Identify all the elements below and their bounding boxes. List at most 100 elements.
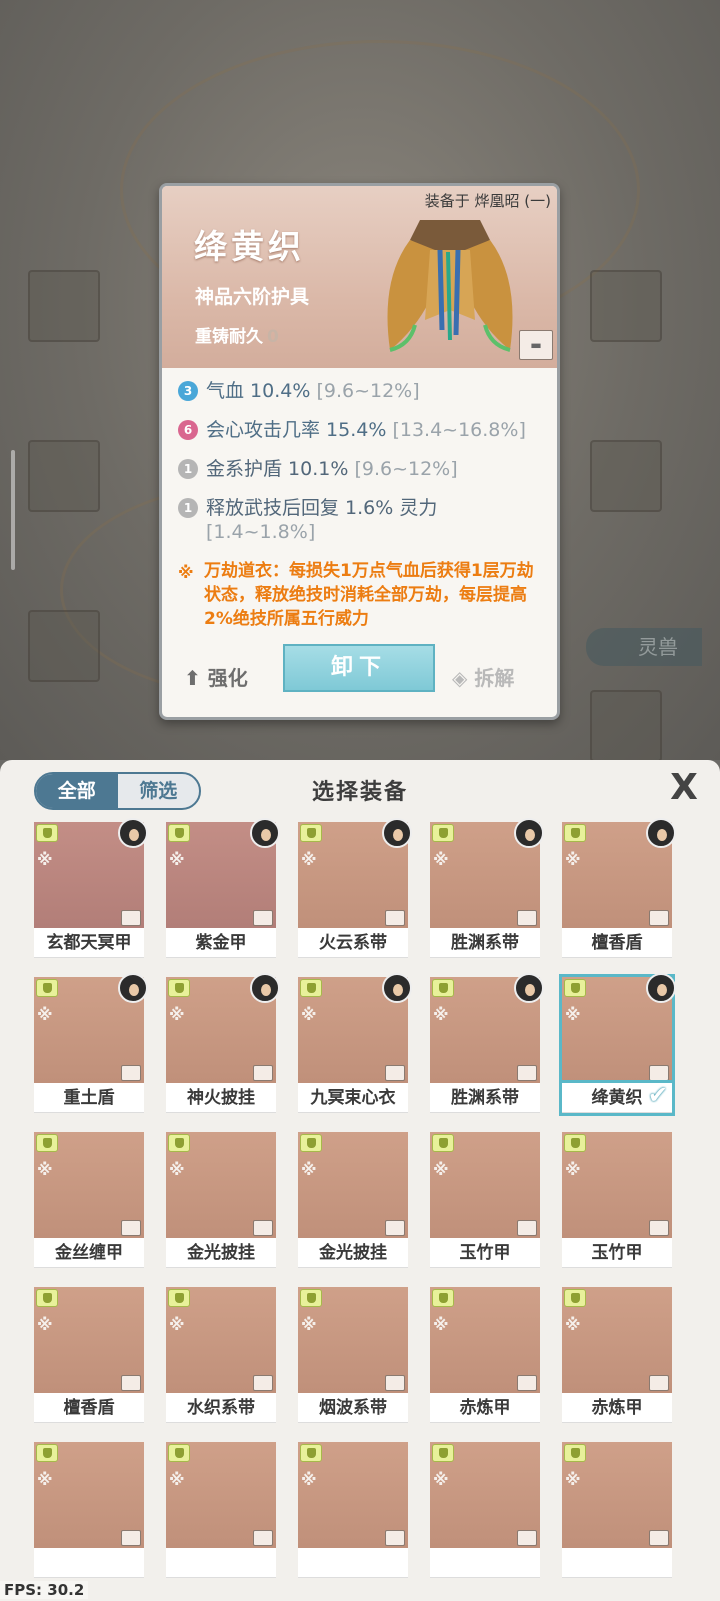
slot-badge-icon	[121, 1375, 141, 1391]
equipment-tile[interactable]: ※	[430, 1442, 540, 1578]
equipment-name: 胜渊系带	[430, 928, 540, 958]
slot-badge-icon	[649, 1220, 669, 1236]
equipment-name: 紫金甲	[166, 928, 276, 958]
equipment-type-icon	[300, 824, 322, 842]
durability-value: 0	[267, 327, 279, 347]
equipment-type-icon	[432, 1289, 454, 1307]
equipment-type-icon	[36, 1134, 58, 1152]
equipment-tile[interactable]: ※ 檀香盾	[34, 1287, 144, 1423]
panel-header: 全部 筛选 选择装备 X	[0, 760, 720, 822]
equipment-name: 火云系带	[298, 928, 408, 958]
equipment-tile[interactable]: ※ 金光披挂	[298, 1132, 408, 1268]
slot-badge-icon	[517, 910, 537, 926]
equipped-on-label: 装备于 烨凰昭 (一)	[424, 192, 551, 210]
equipment-tile[interactable]: ※ 神火披挂	[166, 973, 280, 1113]
equipment-select-panel: 全部 筛选 选择装备 X ※ 玄都天冥甲 ※ 紫金甲 ※ 火云系带 ※ 胜渊系带 ※ 檀香盾 ※ 重土…	[0, 760, 720, 1601]
slot-badge-icon	[253, 1375, 273, 1391]
equipment-type-icon	[36, 1444, 58, 1462]
dismantle-icon: ◈	[452, 666, 468, 690]
slot-badge-icon	[121, 1220, 141, 1236]
slot-badge-icon	[649, 1065, 669, 1081]
rune-icon: ※	[301, 1315, 317, 1334]
attribute-value: 金系护盾 10.1%	[206, 458, 355, 480]
equipment-tile[interactable]: ※ 火云系带	[298, 818, 412, 958]
equipment-type-icon	[564, 1289, 586, 1307]
equipment-slot	[28, 440, 100, 512]
rune-icon: ※	[565, 850, 581, 869]
equipment-name	[562, 1548, 672, 1578]
equipment-type-icon	[432, 824, 454, 842]
equipment-type-icon	[564, 824, 586, 842]
attribute-value: 气血 10.4%	[206, 380, 317, 402]
equipment-type-icon	[168, 979, 190, 997]
equipment-type-icon	[36, 979, 58, 997]
owner-avatar	[646, 818, 676, 848]
equipment-type-icon	[300, 1134, 322, 1152]
equipment-name: 赤炼甲	[430, 1393, 540, 1423]
rune-icon: ※	[565, 1005, 581, 1024]
equipment-tile[interactable]: ※ 檀香盾	[562, 818, 676, 958]
equipment-type-icon	[300, 1444, 322, 1462]
equipment-name: 胜渊系带	[430, 1083, 540, 1113]
equipment-tile[interactable]: ※ 金光披挂	[166, 1132, 276, 1268]
equipment-tile[interactable]: ※	[562, 1442, 672, 1578]
equipment-tile[interactable]: ※ 玉竹甲	[430, 1132, 540, 1268]
equipment-type-icon	[432, 1444, 454, 1462]
attribute-text: 金系护盾 10.1% [9.6~12%]	[206, 457, 548, 481]
equipment-tile[interactable]: ※ 烟波系带	[298, 1287, 408, 1423]
rune-icon: ※	[301, 1005, 317, 1024]
dismantle-button[interactable]: ◈ 拆解	[452, 662, 514, 691]
equipment-type-icon	[564, 979, 586, 997]
attribute-row: 6 会心攻击几率 15.4% [13.4~16.8%]	[178, 418, 548, 442]
slot-badge-icon	[121, 1530, 141, 1546]
check-icon: ✔	[647, 1081, 668, 1109]
equipment-tile[interactable]: ※ 玉竹甲	[562, 1132, 672, 1268]
scrollbar[interactable]	[11, 450, 15, 570]
slot-badge-icon	[253, 910, 273, 926]
equipment-tile[interactable]: ※ 绛黄织 ✔	[559, 973, 676, 1113]
rune-icon: ※	[301, 850, 317, 869]
equipment-tile[interactable]: ※ 赤炼甲	[562, 1287, 672, 1423]
attribute-text: 释放武技后回复 1.6% 灵力 [1.4~1.8%]	[206, 496, 548, 544]
equipment-tile[interactable]: ※	[166, 1442, 276, 1578]
equipment-type-icon	[300, 979, 322, 997]
equipment-name: 神火披挂	[166, 1083, 276, 1113]
close-icon[interactable]: X	[664, 768, 704, 808]
equipment-name	[298, 1548, 408, 1578]
rune-icon: ※	[301, 1470, 317, 1489]
equipment-tile[interactable]: ※ 紫金甲	[166, 818, 280, 958]
equipment-tile[interactable]: ※	[298, 1442, 408, 1578]
rune-icon: ※	[433, 1315, 449, 1334]
durability-label: 重铸耐久	[195, 327, 263, 347]
rune-icon: ※	[37, 1315, 53, 1334]
equipment-tile[interactable]: ※ 赤炼甲	[430, 1287, 540, 1423]
rune-icon: ※	[169, 1470, 185, 1489]
rune-icon: ※	[433, 1005, 449, 1024]
rune-icon: ※	[37, 1470, 53, 1489]
equipment-slot	[590, 690, 662, 760]
equipment-name: 玄都天冥甲	[34, 928, 144, 958]
item-detail-card: 装备于 烨凰昭 (一) 绛黄织 神品六阶护具 重铸耐久 0 ▬ 3 气血 10.4…	[159, 183, 560, 720]
slot-badge-icon	[385, 1375, 405, 1391]
equipment-type-icon: ▬	[519, 330, 553, 360]
equipment-type-icon	[36, 824, 58, 842]
owner-avatar	[382, 818, 412, 848]
equipment-name: 烟波系带	[298, 1393, 408, 1423]
equipment-tile[interactable]: ※ 胜渊系带	[430, 818, 544, 958]
slot-badge-icon	[649, 1375, 669, 1391]
unequip-button[interactable]: 卸下	[283, 644, 435, 692]
strengthen-button[interactable]: ⬆ 强化	[184, 662, 248, 691]
arrow-up-icon: ⬆	[184, 666, 201, 690]
equipment-name: 金丝缠甲	[34, 1238, 144, 1268]
equipment-tile[interactable]: ※ 玄都天冥甲	[34, 818, 148, 958]
equipment-slot	[28, 610, 100, 682]
rune-icon: ※	[433, 1160, 449, 1179]
equipment-tile[interactable]: ※ 胜渊系带	[430, 973, 544, 1113]
equipment-tile[interactable]: ※ 九冥束心衣	[298, 973, 412, 1113]
equipment-tile[interactable]: ※ 重土盾	[34, 973, 148, 1113]
attribute-row: 3 气血 10.4% [9.6~12%]	[178, 379, 548, 403]
equipment-tile[interactable]: ※	[34, 1442, 144, 1578]
equipment-tile[interactable]: ※ 水织系带	[166, 1287, 276, 1423]
equipment-tile[interactable]: ※ 金丝缠甲	[34, 1132, 144, 1268]
rune-icon: ※	[169, 1005, 185, 1024]
